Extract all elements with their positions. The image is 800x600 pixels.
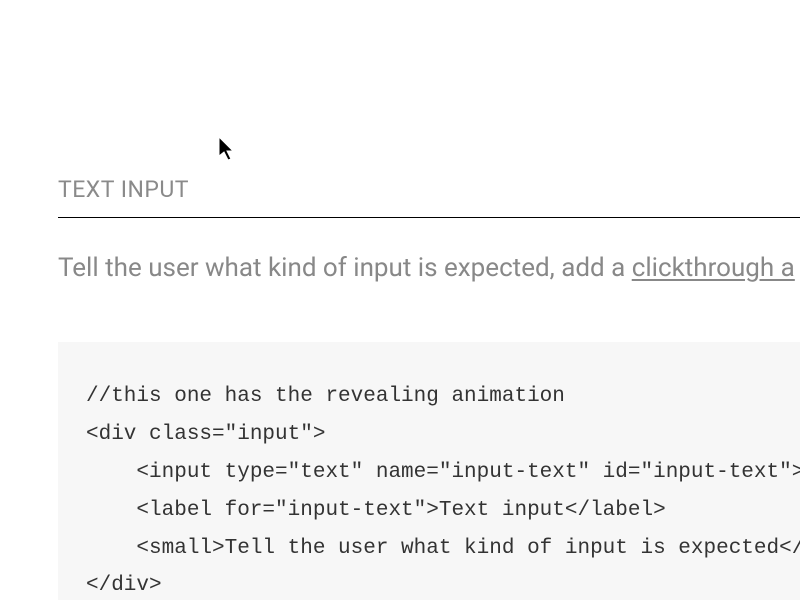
code-line-1: //this one has the revealing animation [86,385,565,408]
text-input-label: TEXT INPUT [58,176,189,203]
code-line-2: <div class="input"> [86,423,325,446]
clickthrough-link[interactable]: clickthrough a [632,253,795,283]
code-block: //this one has the revealing animation <… [58,342,800,600]
code-line-6: </div> [86,574,162,597]
code-line-3: <input type="text" name="input-text" id=… [86,461,800,484]
code-line-4: <label for="input-text">Text input</labe… [86,499,666,522]
helper-text: Tell the user what kind of input is expe… [58,250,800,286]
code-line-5: <small>Tell the user what kind of input … [86,537,800,560]
text-input-field[interactable]: TEXT INPUT [58,176,800,218]
helper-text-before: Tell the user what kind of input is expe… [58,253,632,283]
